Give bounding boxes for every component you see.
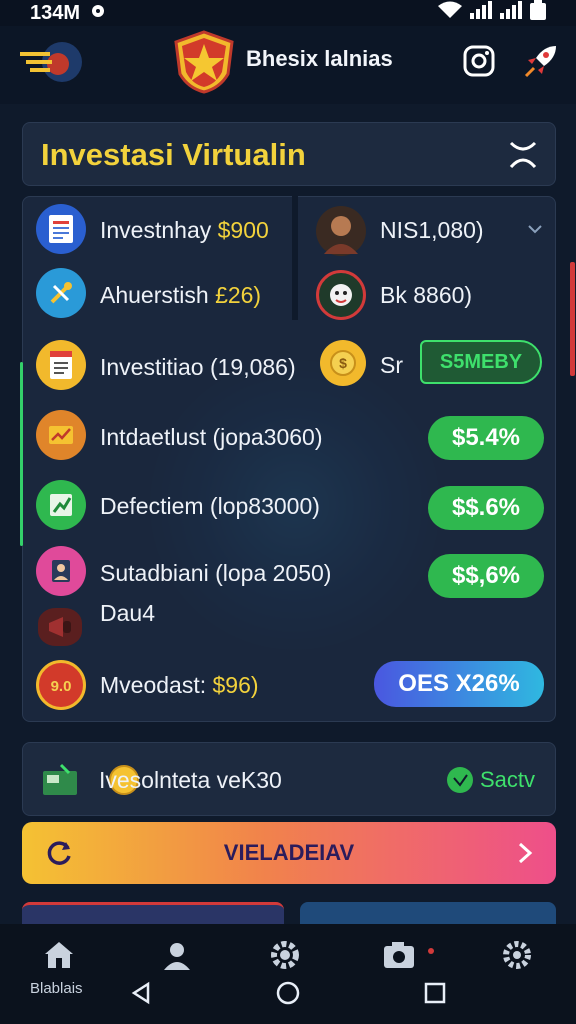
list-item[interactable]: Sr — [380, 352, 403, 379]
cash-register-icon — [41, 761, 81, 799]
return-pill[interactable]: $$,6% — [428, 554, 544, 598]
home-button-icon[interactable] — [275, 980, 301, 1006]
list-item[interactable]: Bk 8860) — [380, 282, 472, 309]
check-shield-icon — [445, 765, 475, 795]
section-header-card: Investasi Virtualin — [22, 122, 556, 186]
settings-icon — [90, 2, 106, 25]
avatar — [316, 206, 366, 256]
svg-text:$: $ — [339, 355, 347, 371]
recents-icon[interactable] — [422, 980, 448, 1006]
scroll-indicator-right[interactable] — [570, 262, 575, 376]
close-icon[interactable] — [507, 137, 539, 171]
row-value: $96) — [212, 672, 259, 698]
rocket-icon[interactable] — [522, 42, 560, 80]
row-label: Investnhay — [100, 217, 212, 243]
nav-home-label: Blablais — [30, 980, 83, 997]
primary-action-button[interactable]: VIELADEIAV — [22, 822, 556, 884]
list-item[interactable]: Ahuerstish £26) — [100, 282, 261, 309]
coin-icon: $ — [320, 340, 366, 386]
battery-icon — [530, 0, 546, 26]
home-icon[interactable] — [42, 938, 76, 972]
camera-icon[interactable] — [382, 938, 416, 972]
status-time: 134M — [30, 1, 81, 24]
user-icon — [36, 546, 86, 596]
megaphone-icon — [38, 608, 82, 646]
list-item[interactable]: Investnhay $900 — [100, 217, 269, 244]
return-pill[interactable]: $5.4% — [428, 416, 544, 460]
chevron-right-icon — [514, 840, 536, 866]
list-item[interactable]: Investitiao (19,086) — [100, 354, 296, 381]
svg-text:9.0: 9.0 — [51, 678, 72, 695]
chart-icon — [36, 410, 86, 460]
menu-icon[interactable] — [18, 38, 84, 88]
badge-icon — [316, 270, 366, 320]
panel-divider — [292, 196, 298, 320]
status-text: Sactv — [479, 767, 535, 792]
list-item[interactable]: Sutadbiani (lopa 2050) — [100, 560, 331, 587]
app-logo — [172, 30, 236, 94]
section-title: Investasi Virtualin — [41, 137, 306, 172]
primary-action-label: VIELADEIAV — [223, 840, 355, 865]
status-pill[interactable]: S5MEBY — [420, 340, 542, 384]
scroll-indicator-left — [20, 362, 23, 546]
tools-icon — [36, 268, 86, 318]
signal-icon — [470, 1, 492, 25]
chevron-down-icon[interactable] — [526, 220, 544, 238]
profile-icon[interactable] — [160, 938, 194, 972]
row-label: Ahuerstish — [100, 282, 209, 308]
info-text: Ivesolnteta veK30 — [99, 767, 282, 793]
row-value: $900 — [217, 217, 269, 243]
return-pill[interactable]: $$.6% — [428, 486, 544, 530]
signal-icon-2 — [500, 1, 522, 25]
status-bar: 134M — [0, 0, 576, 26]
wifi-icon — [438, 1, 462, 25]
notepad-icon — [36, 340, 86, 390]
document-icon — [36, 204, 86, 254]
app-title: Bhesix lalnias — [246, 46, 393, 71]
notification-dot — [428, 948, 434, 954]
row-value: £26) — [215, 282, 262, 308]
row-label: Mveodast: — [100, 672, 207, 698]
settings-icon[interactable] — [268, 938, 302, 972]
sale-icon: 9.0 — [36, 660, 86, 710]
back-icon[interactable] — [128, 980, 154, 1006]
growth-icon — [36, 480, 86, 530]
gear-icon[interactable] — [500, 938, 534, 972]
list-item[interactable]: Intdaetlust (jopa3060) — [100, 424, 323, 451]
list-item[interactable]: Defectiem (lop83000) — [100, 493, 320, 520]
app-header: Bhesix lalnias — [0, 26, 576, 104]
list-item[interactable]: Dau4 — [100, 600, 155, 627]
info-card[interactable]: Ivesolnteta veK30 Sactv — [22, 742, 556, 816]
total-return-pill[interactable]: OES X26% — [374, 661, 544, 707]
bottom-navigation: Blablais — [0, 924, 576, 1024]
list-item[interactable]: NIS1,080) — [380, 217, 484, 244]
list-item[interactable]: Mveodast: $96) — [100, 672, 259, 699]
instagram-icon[interactable] — [462, 44, 496, 78]
